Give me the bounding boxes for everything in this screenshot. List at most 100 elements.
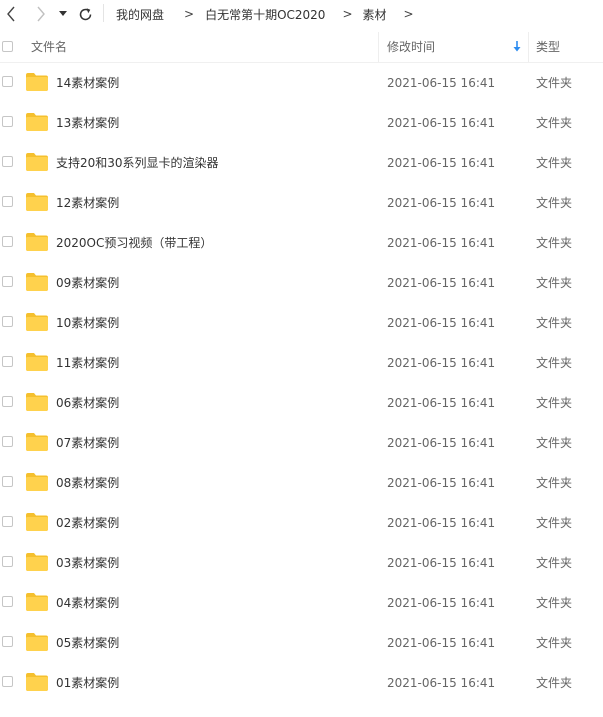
breadcrumb-separator: > — [184, 7, 195, 21]
breadcrumb-separator[interactable]: > — [404, 7, 414, 21]
file-type: 文件夹 — [536, 276, 573, 290]
column-header-name[interactable]: 文件名 — [31, 40, 67, 54]
row-checkbox[interactable] — [2, 116, 13, 127]
file-modified-time: 2021-06-15 16:41 — [387, 116, 496, 130]
row-checkbox[interactable] — [2, 156, 13, 167]
file-row[interactable]: 2020OC预习视频（带工程） 2021-06-15 16:41 文件夹 — [0, 223, 603, 263]
file-name[interactable]: 06素材案例 — [56, 395, 119, 411]
file-row[interactable]: 02素材案例 2021-06-15 16:41 文件夹 — [0, 503, 603, 543]
file-name[interactable]: 11素材案例 — [56, 355, 119, 371]
row-checkbox[interactable] — [2, 76, 13, 87]
file-modified-time: 2021-06-15 16:41 — [387, 236, 496, 250]
history-dropdown-button[interactable] — [57, 5, 69, 23]
row-checkbox[interactable] — [2, 516, 13, 527]
file-type: 文件夹 — [536, 356, 573, 370]
file-row[interactable]: 09素材案例 2021-06-15 16:41 文件夹 — [0, 263, 603, 303]
row-checkbox[interactable] — [2, 596, 13, 607]
file-modified-time: 2021-06-15 16:41 — [387, 636, 496, 650]
file-modified-time: 2021-06-15 16:41 — [387, 436, 496, 450]
file-name[interactable]: 13素材案例 — [56, 115, 119, 131]
folder-icon — [26, 473, 48, 491]
file-name[interactable]: 02素材案例 — [56, 515, 119, 531]
file-type: 文件夹 — [536, 76, 573, 90]
file-row[interactable]: 06素材案例 2021-06-15 16:41 文件夹 — [0, 383, 603, 423]
forward-button[interactable] — [32, 5, 50, 23]
breadcrumb-item-root[interactable]: 我的网盘 — [116, 6, 164, 23]
row-checkbox[interactable] — [2, 556, 13, 567]
folder-icon — [26, 513, 48, 531]
file-name[interactable]: 14素材案例 — [56, 75, 119, 91]
select-all-checkbox[interactable] — [2, 41, 13, 52]
file-row[interactable]: 11素材案例 2021-06-15 16:41 文件夹 — [0, 343, 603, 383]
folder-icon — [26, 393, 48, 411]
row-checkbox[interactable] — [2, 396, 13, 407]
file-row[interactable]: 支持20和30系列显卡的渲染器 2021-06-15 16:41 文件夹 — [0, 143, 603, 183]
row-checkbox[interactable] — [2, 676, 13, 687]
folder-icon — [26, 193, 48, 211]
row-checkbox[interactable] — [2, 436, 13, 447]
back-button[interactable] — [2, 5, 20, 23]
toolbar-divider — [103, 4, 104, 22]
file-type: 文件夹 — [536, 516, 573, 530]
file-name[interactable]: 07素材案例 — [56, 435, 119, 451]
file-type: 文件夹 — [536, 676, 573, 690]
file-row[interactable]: 12素材案例 2021-06-15 16:41 文件夹 — [0, 183, 603, 223]
file-name[interactable]: 04素材案例 — [56, 595, 119, 611]
file-name[interactable]: 10素材案例 — [56, 315, 119, 331]
column-divider[interactable] — [378, 32, 379, 62]
file-type: 文件夹 — [536, 636, 573, 650]
column-header-type[interactable]: 类型 — [536, 40, 560, 54]
file-type: 文件夹 — [536, 396, 573, 410]
file-row[interactable]: 07素材案例 2021-06-15 16:41 文件夹 — [0, 423, 603, 463]
file-modified-time: 2021-06-15 16:41 — [387, 76, 496, 90]
file-name[interactable]: 03素材案例 — [56, 555, 119, 571]
forward-arrow-icon — [37, 6, 45, 22]
row-checkbox[interactable] — [2, 316, 13, 327]
folder-icon — [26, 673, 48, 691]
row-checkbox[interactable] — [2, 276, 13, 287]
folder-icon — [26, 593, 48, 611]
file-row[interactable]: 01素材案例 2021-06-15 16:41 文件夹 — [0, 663, 603, 703]
file-type: 文件夹 — [536, 556, 573, 570]
file-name[interactable]: 08素材案例 — [56, 475, 119, 491]
file-name[interactable]: 12素材案例 — [56, 195, 119, 211]
breadcrumb-item-course[interactable]: 白无常第十期OC2020 — [205, 6, 325, 23]
folder-icon — [26, 73, 48, 91]
row-checkbox[interactable] — [2, 636, 13, 647]
sort-down-arrow-icon[interactable] — [513, 41, 521, 53]
file-row[interactable]: 03素材案例 2021-06-15 16:41 文件夹 — [0, 543, 603, 583]
file-modified-time: 2021-06-15 16:41 — [387, 516, 496, 530]
file-modified-time: 2021-06-15 16:41 — [387, 156, 496, 170]
refresh-icon — [79, 7, 91, 20]
file-type: 文件夹 — [536, 236, 573, 250]
file-name[interactable]: 支持20和30系列显卡的渲染器 — [56, 155, 219, 171]
file-row[interactable]: 13素材案例 2021-06-15 16:41 文件夹 — [0, 103, 603, 143]
file-modified-time: 2021-06-15 16:41 — [387, 316, 496, 330]
row-checkbox[interactable] — [2, 196, 13, 207]
file-row[interactable]: 05素材案例 2021-06-15 16:41 文件夹 — [0, 623, 603, 663]
file-type: 文件夹 — [536, 316, 573, 330]
folder-icon — [26, 273, 48, 291]
navigation-toolbar: 我的网盘 > 白无常第十期OC2020 > 素材 > — [0, 0, 603, 30]
column-divider[interactable] — [528, 32, 529, 62]
file-name[interactable]: 01素材案例 — [56, 675, 119, 691]
file-modified-time: 2021-06-15 16:41 — [387, 596, 496, 610]
file-name[interactable]: 2020OC预习视频（带工程） — [56, 235, 212, 251]
folder-icon — [26, 153, 48, 171]
row-checkbox[interactable] — [2, 236, 13, 247]
folder-icon — [26, 313, 48, 331]
breadcrumb-item-current[interactable]: 素材 — [363, 6, 387, 23]
file-list-header: 文件名 修改时间 类型 — [0, 32, 603, 63]
file-row[interactable]: 08素材案例 2021-06-15 16:41 文件夹 — [0, 463, 603, 503]
refresh-button[interactable] — [76, 5, 94, 23]
file-name[interactable]: 09素材案例 — [56, 275, 119, 291]
column-header-modified[interactable]: 修改时间 — [387, 40, 435, 54]
row-checkbox[interactable] — [2, 356, 13, 367]
breadcrumb-separator: > — [342, 7, 353, 21]
file-name[interactable]: 05素材案例 — [56, 635, 119, 651]
file-row[interactable]: 14素材案例 2021-06-15 16:41 文件夹 — [0, 63, 603, 103]
file-row[interactable]: 10素材案例 2021-06-15 16:41 文件夹 — [0, 303, 603, 343]
row-checkbox[interactable] — [2, 476, 13, 487]
folder-icon — [26, 433, 48, 451]
file-row[interactable]: 04素材案例 2021-06-15 16:41 文件夹 — [0, 583, 603, 623]
